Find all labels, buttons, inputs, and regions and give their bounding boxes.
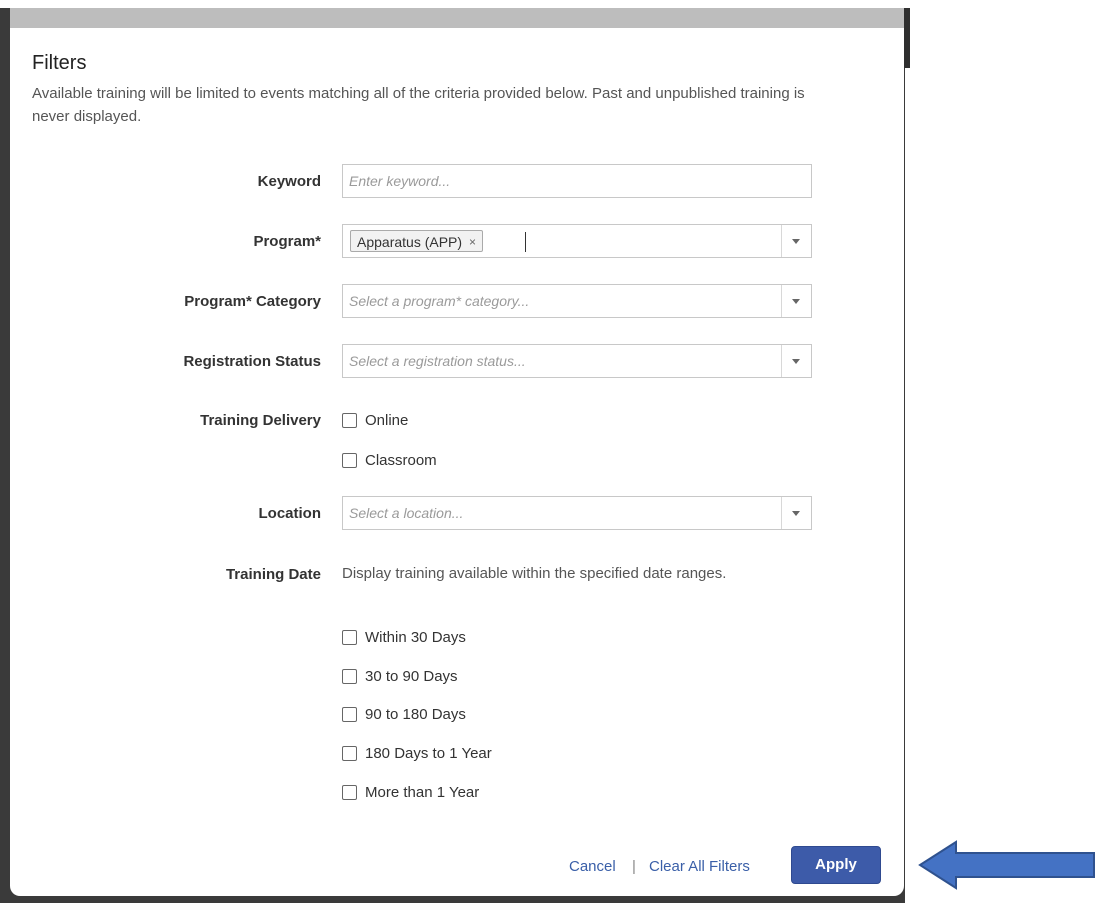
text-cursor — [525, 232, 526, 252]
date-over-1yr-checkbox[interactable] — [342, 785, 357, 800]
location-dropdown-toggle[interactable] — [781, 497, 811, 529]
keyword-field — [342, 164, 812, 198]
program-tag: Apparatus (APP) × — [350, 230, 484, 253]
chevron-down-icon — [792, 239, 800, 244]
date-30-90-label: 30 to 90 Days — [365, 668, 458, 685]
registration-status-label: Registration Status — [183, 353, 321, 370]
date-90-180-checkbox[interactable] — [342, 707, 357, 722]
date-180-1yr-checkbox[interactable] — [342, 746, 357, 761]
delivery-online-checkbox[interactable] — [342, 413, 357, 428]
clear-all-filters-link[interactable]: Clear All Filters — [649, 858, 750, 875]
chevron-down-icon — [792, 359, 800, 364]
program-category-label: Program* Category — [184, 293, 321, 310]
annotation-arrow-icon — [918, 840, 1095, 890]
training-delivery-label: Training Delivery — [200, 412, 321, 429]
training-date-help: Display training available within the sp… — [342, 565, 727, 582]
program-category-dropdown-toggle[interactable] — [781, 285, 811, 317]
delivery-online-label: Online — [365, 412, 409, 429]
program-category-select[interactable]: Select a program* category... — [342, 284, 812, 318]
program-tag-label: Apparatus (APP) — [357, 234, 463, 250]
date-over-1yr-label: More than 1 Year — [365, 784, 480, 801]
modal-title: Filters — [32, 52, 87, 74]
keyword-label: Keyword — [257, 173, 321, 190]
date-180-1yr-label: 180 Days to 1 Year — [365, 745, 492, 762]
program-dropdown-toggle[interactable] — [781, 225, 811, 257]
backdrop-top-strip — [0, 0, 905, 8]
registration-status-placeholder: Select a registration status... — [349, 353, 526, 369]
location-label: Location — [258, 505, 322, 522]
location-placeholder: Select a location... — [349, 505, 464, 521]
modal-top-bar — [10, 8, 904, 28]
apply-button[interactable]: Apply — [791, 846, 881, 884]
delivery-classroom-checkbox[interactable] — [342, 453, 357, 468]
program-label: Program* — [253, 233, 321, 250]
registration-status-select[interactable]: Select a registration status... — [342, 344, 812, 378]
cancel-link[interactable]: Cancel — [569, 858, 616, 875]
chevron-down-icon — [792, 299, 800, 304]
tag-remove-icon[interactable]: × — [469, 231, 476, 253]
footer-separator: | — [632, 858, 636, 875]
location-select[interactable]: Select a location... — [342, 496, 812, 530]
program-category-placeholder: Select a program* category... — [349, 293, 530, 309]
modal-description: Available training will be limited to ev… — [32, 85, 805, 125]
program-select[interactable]: Apparatus (APP) × — [342, 224, 812, 258]
filters-modal: Filters Available training will be limit… — [10, 8, 904, 896]
date-within-30-label: Within 30 Days — [365, 629, 466, 646]
date-30-90-checkbox[interactable] — [342, 669, 357, 684]
date-90-180-label: 90 to 180 Days — [365, 706, 466, 723]
date-within-30-checkbox[interactable] — [342, 630, 357, 645]
chevron-down-icon — [792, 511, 800, 516]
keyword-input[interactable] — [343, 165, 811, 197]
delivery-classroom-label: Classroom — [365, 452, 437, 469]
training-date-label: Training Date — [225, 566, 321, 583]
registration-status-dropdown-toggle[interactable] — [781, 345, 811, 377]
